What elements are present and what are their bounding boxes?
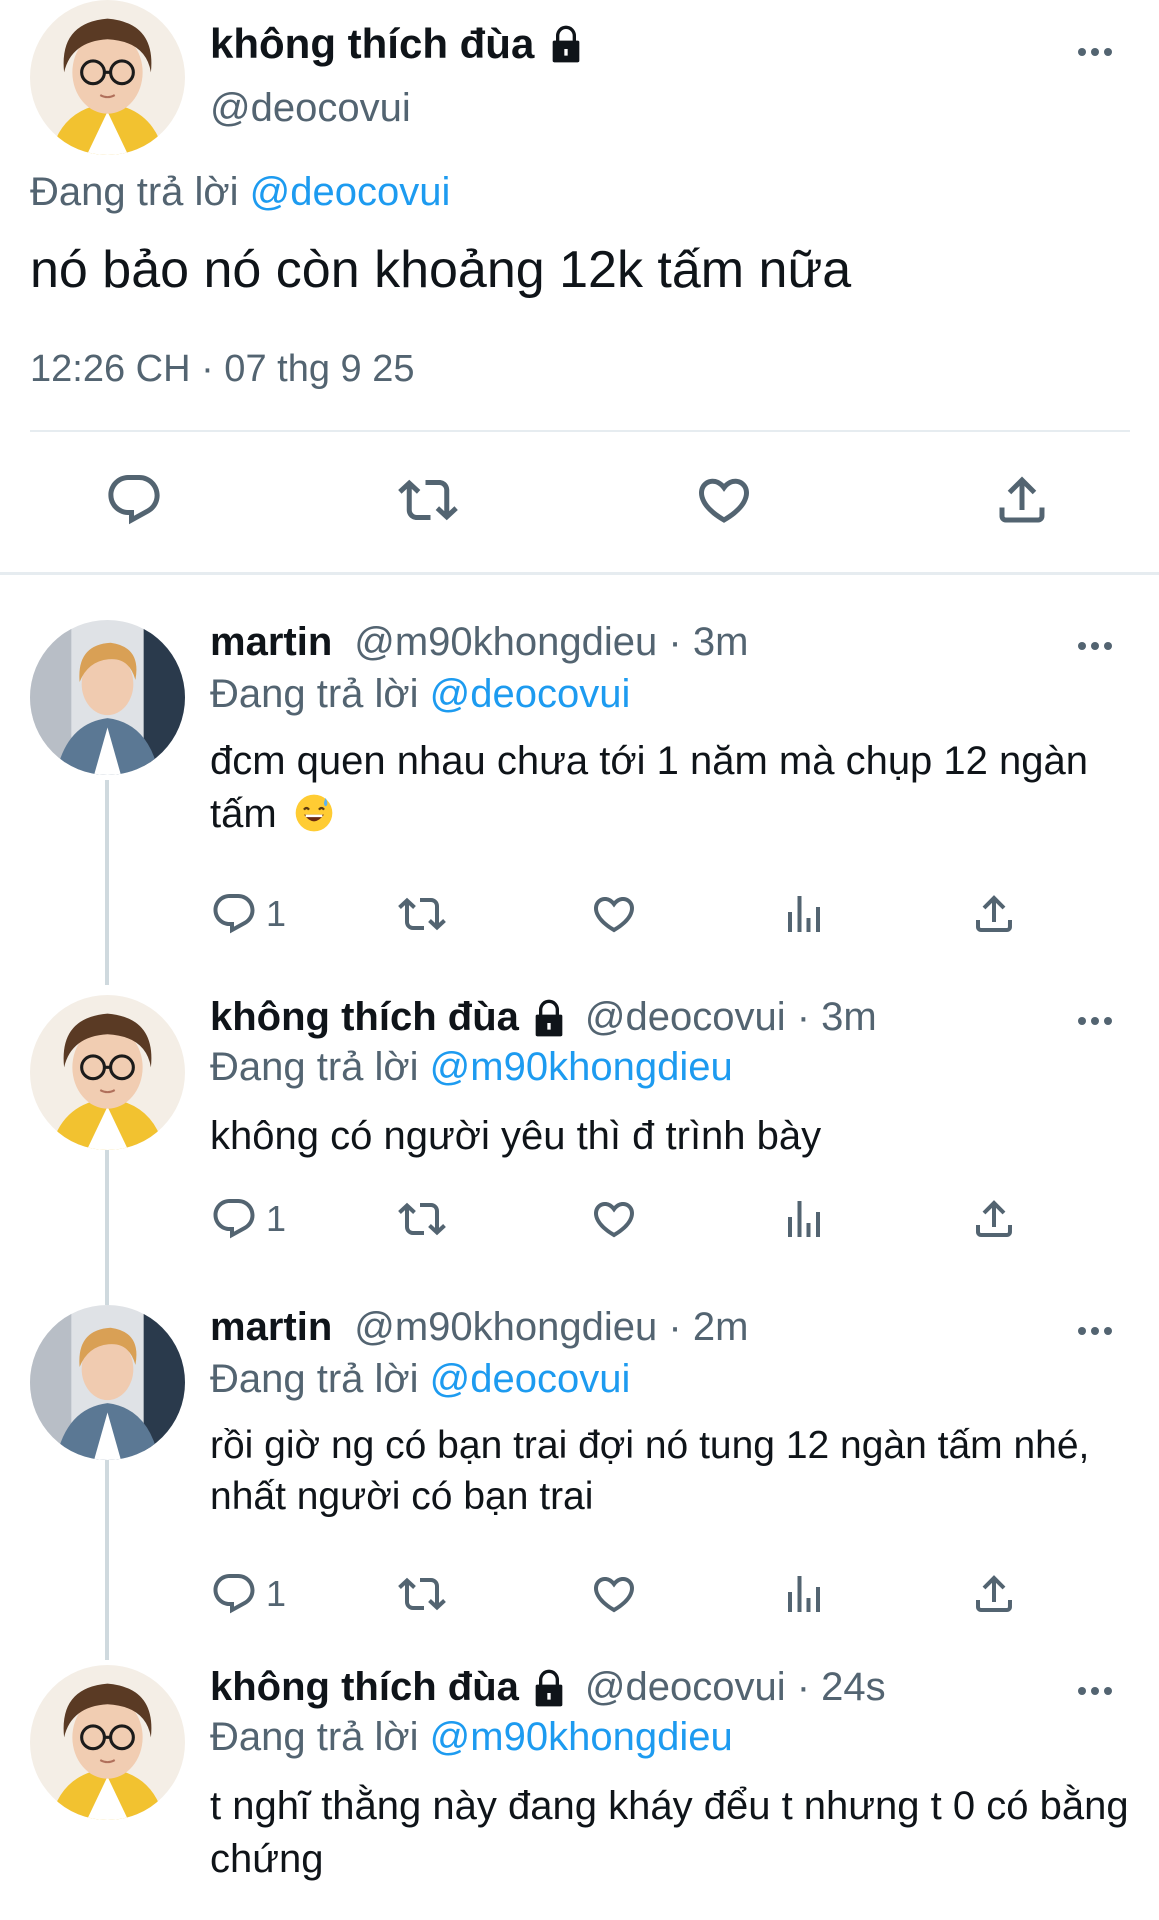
author-name[interactable]: không thích đùa: [210, 995, 519, 1040]
author-name[interactable]: martin: [210, 1305, 332, 1350]
tweet-actions: 1: [0, 1570, 1159, 1630]
replying-to: Đang trả lời @deocovui: [30, 170, 450, 215]
author-name[interactable]: không thích đùa: [210, 1665, 519, 1710]
share-icon[interactable]: [970, 1195, 1018, 1243]
more-options-icon[interactable]: [1078, 642, 1112, 650]
lock-icon: [546, 24, 586, 64]
more-options-icon[interactable]: [1078, 48, 1112, 56]
author-handle[interactable]: @deocovui: [210, 86, 411, 131]
sweat-smile-emoji: [294, 793, 334, 833]
views-icon[interactable]: [780, 890, 828, 938]
reply-icon[interactable]: [104, 470, 164, 530]
tweet-timestamp[interactable]: 12:26 CH · 07 thg 9 25: [30, 348, 414, 391]
tweet-text: t nghĩ thằng này đang kháy đểu t nhưng t…: [210, 1784, 1129, 1881]
reply-header: martin @m90khongdieu · 3m: [210, 620, 748, 665]
tweet-actions: 1: [0, 890, 1159, 950]
replying-to-prefix: Đang trả lời: [210, 672, 419, 716]
retweet-icon[interactable]: [398, 890, 446, 938]
tweet-text: đcm quen nhau chưa tới 1 năm mà chụp 12 …: [210, 735, 1130, 841]
reply-button[interactable]: 1: [210, 1195, 286, 1243]
like-icon[interactable]: [694, 470, 754, 530]
author-handle-time[interactable]: @deocovui · 3m: [585, 995, 877, 1040]
reply-button[interactable]: 1: [210, 1570, 286, 1618]
main-tweet: không thích đùa @deocovui Đang trả lời @…: [0, 0, 1159, 575]
author-handle-time[interactable]: @m90khongdieu · 2m: [354, 1305, 748, 1350]
retweet-icon[interactable]: [398, 1195, 446, 1243]
author-handle-time[interactable]: @deocovui · 24s: [585, 1665, 886, 1710]
reply-header: martin @m90khongdieu · 2m: [210, 1305, 748, 1350]
avatar[interactable]: [30, 1665, 185, 1820]
share-icon[interactable]: [970, 1570, 1018, 1618]
replying-to-prefix: Đang trả lời: [210, 1715, 419, 1759]
like-icon[interactable]: [590, 1570, 638, 1618]
tweet-text: rồi giờ ng có bạn trai đợi nó tung 12 ng…: [210, 1424, 1090, 1519]
share-icon[interactable]: [992, 470, 1052, 530]
avatar[interactable]: [30, 0, 185, 155]
divider: [30, 430, 1130, 432]
reply-count: 1: [266, 1573, 287, 1614]
more-options-icon[interactable]: [1078, 1687, 1112, 1695]
replying-to-prefix: Đang trả lời: [210, 1045, 419, 1089]
more-options-icon[interactable]: [1078, 1017, 1112, 1025]
more-options-icon[interactable]: [1078, 1327, 1112, 1335]
lock-icon: [529, 1668, 569, 1708]
replying-to-prefix: Đang trả lời: [210, 1357, 419, 1401]
reply-header: không thích đùa @deocovui · 3m: [210, 995, 877, 1040]
replying-to: Đang trả lời @m90khongdieu: [210, 1045, 733, 1090]
avatar[interactable]: [30, 1305, 185, 1460]
tweet-text: nó bảo nó còn khoảng 12k tấm nữa: [30, 241, 852, 299]
replying-to-mention[interactable]: @deocovui: [430, 672, 631, 716]
reply-icon[interactable]: [210, 890, 258, 938]
author-name[interactable]: không thích đùa: [210, 20, 586, 68]
reply-tweet[interactable]: martin @m90khongdieu · 3m Đang trả lời @…: [0, 620, 1159, 960]
retweet-icon[interactable]: [398, 1570, 446, 1618]
avatar[interactable]: [30, 620, 185, 775]
retweet-icon[interactable]: [398, 470, 458, 530]
lock-icon: [529, 998, 569, 1038]
reply-icon[interactable]: [210, 1195, 258, 1243]
reply-count: 1: [266, 1198, 287, 1239]
author-handle-time[interactable]: @m90khongdieu · 3m: [354, 620, 748, 665]
like-icon[interactable]: [590, 1195, 638, 1243]
share-icon[interactable]: [970, 890, 1018, 938]
tweet-text: không có người yêu thì đ trình bày: [210, 1114, 822, 1158]
tweet-actions: 1: [0, 1195, 1159, 1255]
reply-button[interactable]: 1: [210, 890, 286, 938]
reply-tweet[interactable]: không thích đùa @deocovui · 24s Đang trả…: [0, 1665, 1159, 1920]
views-icon[interactable]: [780, 1195, 828, 1243]
replying-to-prefix: Đang trả lời: [30, 170, 239, 214]
author-name[interactable]: martin: [210, 620, 332, 665]
reply-tweet[interactable]: martin @m90khongdieu · 2m Đang trả lời @…: [0, 1305, 1159, 1635]
reply-count: 1: [266, 893, 287, 934]
replying-to: Đang trả lời @m90khongdieu: [210, 1715, 733, 1760]
reply-icon[interactable]: [210, 1570, 258, 1618]
section-divider: [0, 572, 1159, 575]
views-icon[interactable]: [780, 1570, 828, 1618]
avatar[interactable]: [30, 995, 185, 1150]
like-icon[interactable]: [590, 890, 638, 938]
replying-to-mention[interactable]: @deocovui: [430, 1357, 631, 1401]
reply-tweet[interactable]: không thích đùa @deocovui · 3m Đang trả …: [0, 995, 1159, 1265]
replying-to: Đang trả lời @deocovui: [210, 672, 630, 717]
replying-to-mention[interactable]: @m90khongdieu: [430, 1045, 733, 1089]
replying-to-mention[interactable]: @deocovui: [250, 170, 451, 214]
replying-to-mention[interactable]: @m90khongdieu: [430, 1715, 733, 1759]
reply-header: không thích đùa @deocovui · 24s: [210, 1665, 886, 1710]
tweet-text-content: đcm quen nhau chưa tới 1 năm mà chụp 12 …: [210, 739, 1089, 836]
author-name-text[interactable]: không thích đùa: [210, 20, 534, 68]
replying-to: Đang trả lời @deocovui: [210, 1357, 630, 1402]
